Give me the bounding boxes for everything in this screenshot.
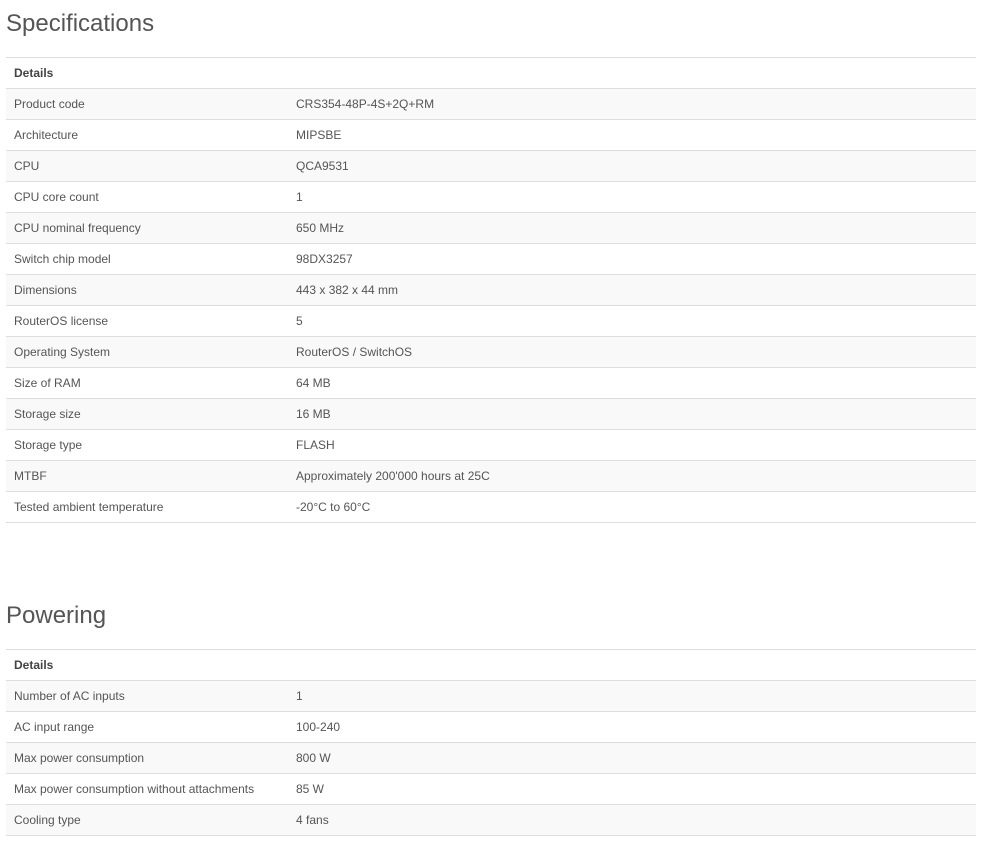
powering-section: Powering Details Number of AC inputs 1 AC…	[6, 600, 976, 836]
table-row: Storage size 16 MB	[6, 398, 976, 430]
spec-value: 16 MB	[288, 398, 976, 430]
spec-value: 4 fans	[288, 804, 976, 836]
spec-label: Architecture	[6, 119, 288, 151]
spec-value: 100-240	[288, 711, 976, 743]
spec-label: Storage type	[6, 429, 288, 461]
spec-value: 800 W	[288, 742, 976, 774]
spec-label: Max power consumption	[6, 742, 288, 774]
spec-value: 650 MHz	[288, 212, 976, 244]
spec-label: CPU core count	[6, 181, 288, 213]
spec-value: -20°C to 60°C	[288, 491, 976, 523]
spec-label: Storage size	[6, 398, 288, 430]
details-header: Details	[6, 57, 976, 89]
table-row: Tested ambient temperature -20°C to 60°C	[6, 491, 976, 523]
spec-label: Tested ambient temperature	[6, 491, 288, 523]
specifications-section: Specifications Details Product code CRS35…	[6, 8, 976, 523]
spec-label: Cooling type	[6, 804, 288, 836]
spec-value: 5	[288, 305, 976, 337]
table-row: Operating System RouterOS / SwitchOS	[6, 336, 976, 368]
table-row: MTBF Approximately 200'000 hours at 25C	[6, 460, 976, 492]
table-row: CPU QCA9531	[6, 150, 976, 182]
powering-title: Powering	[6, 602, 107, 629]
table-row: CPU core count 1	[6, 181, 976, 213]
table-row: Number of AC inputs 1	[6, 680, 976, 712]
spec-label: CPU	[6, 150, 288, 182]
spec-label: Dimensions	[6, 274, 288, 306]
table-row: Max power consumption without attachment…	[6, 773, 976, 805]
spec-value: QCA9531	[288, 150, 976, 182]
spec-value: RouterOS / SwitchOS	[288, 336, 976, 368]
spec-value: CRS354-48P-4S+2Q+RM	[288, 88, 976, 120]
table-row: Size of RAM 64 MB	[6, 367, 976, 399]
details-header: Details	[6, 649, 976, 681]
specifications-title: Specifications	[6, 10, 155, 37]
powering-table-body: Number of AC inputs 1 AC input range 100-2…	[6, 680, 976, 836]
spec-label: AC input range	[6, 711, 288, 743]
spec-value: 1	[288, 680, 976, 712]
spec-label: RouterOS license	[6, 305, 288, 337]
table-row: Max power consumption 800 W	[6, 742, 976, 774]
spec-label: Product code	[6, 88, 288, 120]
spec-value: Approximately 200'000 hours at 25C	[288, 460, 976, 492]
table-row: AC input range 100-240	[6, 711, 976, 743]
table-row: Architecture MIPSBE	[6, 119, 976, 151]
table-row: Dimensions 443 x 382 x 44 mm	[6, 274, 976, 306]
product-spec-page: Specifications Details Product code CRS35…	[0, 0, 984, 862]
table-row: Cooling type 4 fans	[6, 804, 976, 836]
table-row: RouterOS license 5	[6, 305, 976, 337]
specifications-table-body: Product code CRS354-48P-4S+2Q+RM Architec…	[6, 88, 976, 523]
powering-table: Details Number of AC inputs 1 AC input ra…	[6, 649, 976, 836]
spec-value: 64 MB	[288, 367, 976, 399]
spec-value: MIPSBE	[288, 119, 976, 151]
spec-label: Operating System	[6, 336, 288, 368]
spec-value: 443 x 382 x 44 mm	[288, 274, 976, 306]
table-row: Product code CRS354-48P-4S+2Q+RM	[6, 88, 976, 120]
spec-value: FLASH	[288, 429, 976, 461]
spec-value: 1	[288, 181, 976, 213]
table-row: Storage type FLASH	[6, 429, 976, 461]
table-header-row: Details	[6, 57, 976, 89]
table-header-row: Details	[6, 649, 976, 681]
spec-label: Size of RAM	[6, 367, 288, 399]
spec-label: CPU nominal frequency	[6, 212, 288, 244]
spec-label: Switch chip model	[6, 243, 288, 275]
table-row: CPU nominal frequency 650 MHz	[6, 212, 976, 244]
table-row: Switch chip model 98DX3257	[6, 243, 976, 275]
spec-label: Max power consumption without attachment…	[6, 773, 288, 805]
spec-label: Number of AC inputs	[6, 680, 288, 712]
spec-label: MTBF	[6, 460, 288, 492]
spec-value: 85 W	[288, 773, 976, 805]
specifications-table: Details Product code CRS354-48P-4S+2Q+RM …	[6, 57, 976, 523]
spec-value: 98DX3257	[288, 243, 976, 275]
